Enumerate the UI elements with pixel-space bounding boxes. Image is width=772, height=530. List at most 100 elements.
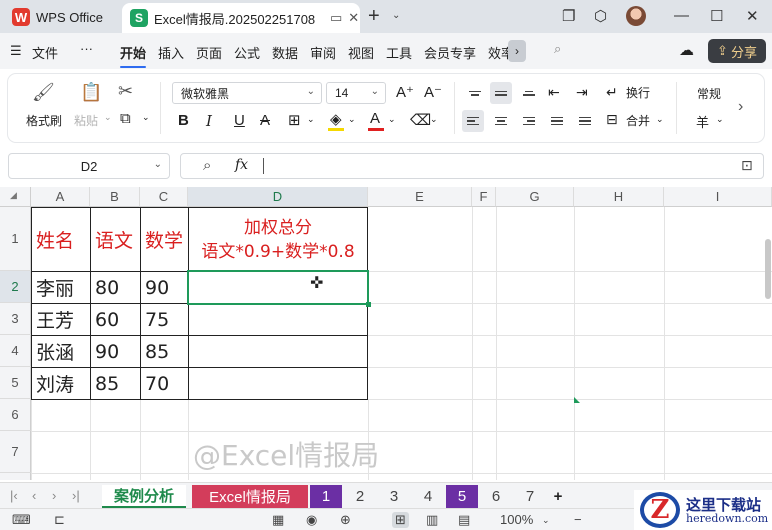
page-break-icon[interactable]: ▤ bbox=[458, 512, 470, 528]
monitor-icon[interactable]: ▭ bbox=[330, 10, 342, 26]
formula-bar[interactable]: ⌕ fx ⊡ bbox=[180, 153, 764, 179]
last-sheet-icon[interactable]: ›| bbox=[72, 488, 80, 503]
select-all-corner[interactable]: ◢ bbox=[0, 187, 31, 207]
normal-view-icon[interactable]: ⊞ bbox=[392, 512, 409, 528]
cell-a1[interactable]: 姓名 bbox=[32, 208, 90, 271]
font-name-select[interactable]: 微软雅黑 ⌄ bbox=[172, 82, 322, 104]
row-header-1[interactable]: 1 bbox=[0, 207, 31, 271]
bold-icon[interactable]: B bbox=[178, 112, 189, 129]
format-painter-icon[interactable]: 🖌 bbox=[32, 82, 55, 103]
row-header-7[interactable]: 7 bbox=[0, 431, 31, 473]
indent-increase-icon[interactable]: ⇥ bbox=[576, 84, 588, 101]
row-header-2[interactable]: 2 bbox=[0, 271, 31, 303]
align-middle-icon[interactable] bbox=[490, 82, 512, 104]
copy-icon[interactable]: ⧉ bbox=[120, 110, 131, 127]
column-header-d[interactable]: D bbox=[188, 187, 368, 207]
cell-c3[interactable]: 75 bbox=[141, 304, 188, 335]
number-format-select[interactable]: 常规 bbox=[686, 82, 736, 104]
sheet-tab-6[interactable]: 6 bbox=[480, 485, 512, 508]
merge-cells-icon[interactable]: ⊟ bbox=[606, 111, 618, 128]
close-tab-icon[interactable]: ✕ bbox=[348, 10, 359, 26]
column-header-g[interactable]: G bbox=[496, 187, 574, 207]
copy-chevron-icon[interactable]: ⌄ bbox=[142, 112, 150, 123]
cloud-upload-icon[interactable]: ☁ bbox=[679, 41, 694, 59]
cell-b5[interactable]: 85 bbox=[91, 368, 140, 399]
align-center-icon[interactable] bbox=[490, 110, 512, 132]
ribbon-scroll-right-icon[interactable]: › bbox=[738, 98, 743, 116]
cell-a2[interactable]: 李丽 bbox=[32, 272, 90, 303]
eraser-chevron-icon[interactable]: ⌄ bbox=[430, 114, 438, 125]
add-sheet-button[interactable]: + bbox=[548, 485, 568, 508]
menu-tab-insert[interactable]: 插入 bbox=[158, 43, 184, 62]
search-icon[interactable]: ⌕ bbox=[554, 41, 561, 57]
menu-tab-data[interactable]: 数据 bbox=[272, 43, 298, 62]
merge-cells-label[interactable]: 合并 bbox=[626, 112, 650, 129]
maximize-icon[interactable]: ☐ bbox=[710, 7, 723, 25]
menu-tab-formula[interactable]: 公式 bbox=[234, 43, 260, 62]
vertical-scrollbar[interactable] bbox=[765, 239, 771, 299]
indent-decrease-icon[interactable]: ⇤ bbox=[548, 84, 560, 101]
zoom-level[interactable]: 100% bbox=[500, 512, 533, 527]
spreadsheet-grid[interactable]: ◢ A B C D E F G H I 1 2 3 4 5 6 7 8 姓名 语… bbox=[0, 187, 772, 480]
border-chevron-icon[interactable]: ⌄ bbox=[307, 114, 315, 125]
share-button[interactable]: ⇪ 分享 bbox=[708, 39, 766, 63]
menu-tab-view[interactable]: 视图 bbox=[348, 43, 374, 62]
cell-b4[interactable]: 90 bbox=[91, 336, 140, 367]
font-size-select[interactable]: 14 ⌄ bbox=[326, 82, 386, 104]
paste-chevron-icon[interactable]: ⌄ bbox=[104, 112, 112, 123]
italic-icon[interactable]: I bbox=[206, 112, 212, 130]
sheet-tab-1[interactable]: 1 bbox=[310, 485, 342, 508]
fill-handle[interactable] bbox=[366, 302, 371, 307]
align-right-icon[interactable] bbox=[518, 110, 540, 132]
font-color-chevron-icon[interactable]: ⌄ bbox=[388, 114, 396, 125]
underline-icon[interactable]: U bbox=[234, 112, 245, 129]
column-header-e[interactable]: E bbox=[368, 187, 472, 207]
cell-b2[interactable]: 80 bbox=[91, 272, 140, 303]
strikethrough-icon[interactable]: A bbox=[260, 112, 270, 129]
menu-more[interactable]: ··· bbox=[80, 41, 93, 56]
wrap-text-label[interactable]: 换行 bbox=[626, 84, 650, 101]
font-color-icon[interactable]: A bbox=[370, 110, 380, 127]
row-header-4[interactable]: 4 bbox=[0, 335, 31, 367]
cell-d1[interactable]: 加权总分 语文*0.9+数学*0.8 bbox=[189, 208, 367, 271]
cell-c1[interactable]: 数学 bbox=[141, 208, 188, 271]
menu-tab-home[interactable]: 开始 bbox=[120, 43, 147, 68]
eraser-icon[interactable]: ⌫ bbox=[410, 111, 431, 129]
decrease-font-icon[interactable]: A⁻ bbox=[424, 83, 442, 101]
increase-font-icon[interactable]: A⁺ bbox=[396, 83, 414, 101]
new-tab-icon[interactable]: + bbox=[368, 5, 380, 28]
sheet-tab-5[interactable]: 5 bbox=[446, 485, 478, 508]
name-box[interactable]: D2 ⌄ bbox=[8, 153, 170, 179]
sheet-tab-4[interactable]: 4 bbox=[412, 485, 444, 508]
window-switch-icon[interactable]: ❐ bbox=[562, 7, 575, 25]
wps-home-tab[interactable]: W WPS Office bbox=[6, 4, 112, 30]
currency-chevron-icon[interactable]: ⌄ bbox=[716, 114, 724, 125]
sheet-tab-2[interactable]: 2 bbox=[344, 485, 376, 508]
row-header-8[interactable]: 8 bbox=[0, 473, 31, 480]
currency-format-icon[interactable]: 羊 bbox=[696, 112, 709, 131]
macro-record-icon[interactable]: ⌨ bbox=[12, 512, 31, 528]
align-left-icon[interactable] bbox=[462, 110, 484, 132]
menu-tab-page[interactable]: 页面 bbox=[196, 43, 222, 62]
cell-b3[interactable]: 60 bbox=[91, 304, 140, 335]
document-tab[interactable]: S Excel情报局.202502251708 ▭ ✕ bbox=[122, 3, 360, 33]
menu-tab-tools[interactable]: 工具 bbox=[386, 43, 412, 62]
next-sheet-icon[interactable]: › bbox=[52, 488, 56, 503]
menu-tab-review[interactable]: 审阅 bbox=[310, 43, 336, 62]
column-header-c[interactable]: C bbox=[140, 187, 188, 207]
sheet-tab-excel-info[interactable]: Excel情报局 bbox=[192, 485, 308, 508]
cut-icon[interactable]: ✂ bbox=[118, 81, 133, 102]
cube-icon[interactable]: ⬡ bbox=[594, 7, 607, 25]
distributed-align-icon[interactable] bbox=[574, 110, 596, 132]
selected-cell-d2[interactable] bbox=[187, 270, 369, 305]
cell-a5[interactable]: 刘涛 bbox=[32, 368, 90, 399]
format-painter-label[interactable]: 格式刷 bbox=[26, 112, 62, 129]
user-avatar[interactable] bbox=[626, 6, 646, 26]
sheet-tab-7[interactable]: 7 bbox=[514, 485, 546, 508]
cell-b1[interactable]: 语文 bbox=[91, 208, 140, 271]
paper-view-icon[interactable]: ▦ bbox=[272, 512, 284, 528]
cell-a3[interactable]: 王芳 bbox=[32, 304, 90, 335]
align-bottom-icon[interactable] bbox=[518, 82, 540, 104]
page-layout-icon[interactable]: ▥ bbox=[426, 512, 438, 528]
column-header-b[interactable]: B bbox=[90, 187, 140, 207]
